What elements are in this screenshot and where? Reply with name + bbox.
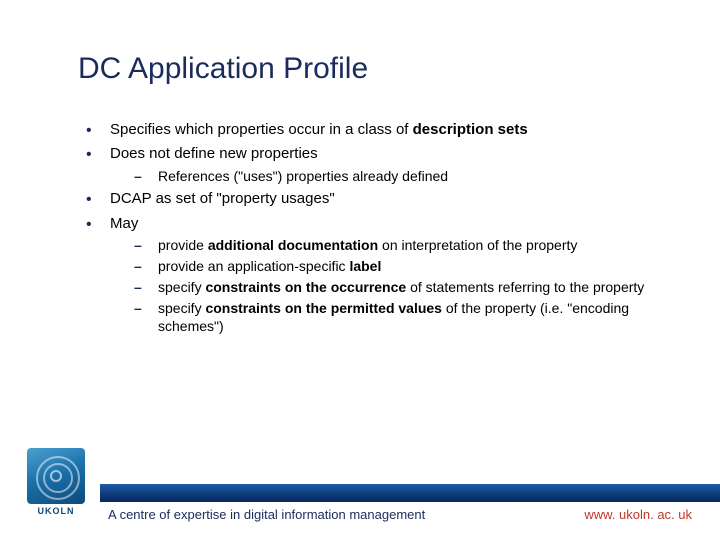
sub-bullet-text: provide [158, 237, 208, 253]
footer-tagline: A centre of expertise in digital informa… [108, 507, 425, 522]
footer-bar [100, 484, 720, 502]
sub-bullet-text: specify [158, 279, 205, 295]
bullet-item: DCAP as set of "property usages" [78, 189, 660, 209]
sub-bullet-item: specify constraints on the permitted val… [110, 299, 660, 337]
sub-bullet-item: specify constraints on the occurrence of… [110, 278, 660, 297]
sub-bullet-text: provide an application-specific [158, 258, 349, 274]
bullet-bold: description sets [413, 121, 528, 138]
bullet-text: Does not define new properties [110, 145, 318, 162]
sub-bullet-bold: label [349, 258, 381, 274]
sub-bullet-bold: additional documentation [208, 237, 378, 253]
logo-icon [27, 448, 85, 504]
sub-bullet-bold: constraints on the occurrence [205, 279, 406, 295]
slide-title: DC Application Profile [78, 52, 368, 86]
sub-bullet-item: provide additional documentation on inte… [110, 236, 660, 255]
sub-bullet-text: References ("uses") properties already d… [158, 168, 448, 184]
sub-bullet-text: on interpretation of the property [378, 237, 577, 253]
sub-bullet-item: provide an application-specific label [110, 257, 660, 276]
bullet-item: Does not define new properties Reference… [78, 144, 660, 185]
slide: DC Application Profile Specifies which p… [0, 0, 720, 540]
footer-url: www. ukoln. ac. uk [584, 507, 692, 522]
logo-text: UKOLN [38, 506, 75, 516]
sub-bullet-text: specify [158, 300, 205, 316]
sub-bullet-bold: constraints on the permitted values [205, 300, 442, 316]
bullet-item: May provide additional documentation on … [78, 214, 660, 337]
bullet-text: Specifies which properties occur in a cl… [110, 121, 413, 138]
bullet-text: May [110, 215, 138, 232]
slide-content: Specifies which properties occur in a cl… [78, 120, 660, 340]
sub-bullet-text: of statements referring to the property [406, 279, 644, 295]
bullet-text: DCAP as set of "property usages" [110, 190, 335, 207]
sub-bullet-item: References ("uses") properties already d… [110, 167, 660, 186]
ukoln-logo: UKOLN [24, 448, 88, 520]
bullet-item: Specifies which properties occur in a cl… [78, 120, 660, 140]
